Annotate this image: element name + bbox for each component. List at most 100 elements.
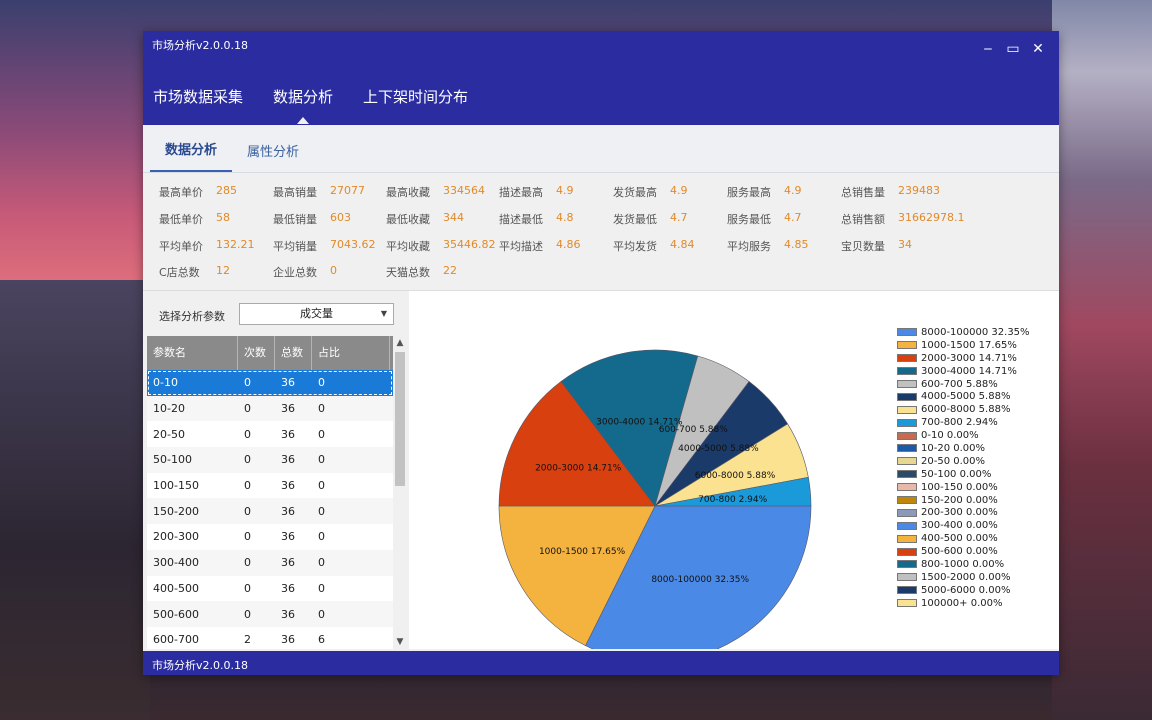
table-cell: 36 — [281, 581, 295, 595]
stat-value: 4.85 — [784, 238, 809, 251]
legend-swatch — [897, 470, 917, 479]
legend-label: 300-400 0.00% — [921, 520, 998, 532]
column-header[interactable]: 总数 — [275, 336, 312, 370]
desktop-wallpaper-right — [1052, 0, 1152, 720]
legend-swatch — [897, 483, 917, 492]
table-cell: 0 — [318, 607, 325, 621]
tab-market-data-collection[interactable]: 市场数据采集 — [153, 86, 243, 114]
stat-item: 服务最高 4.9 — [727, 184, 802, 200]
legend-item: 700-800 2.94% — [897, 416, 1030, 429]
stat-label: 发货最高 — [613, 186, 657, 199]
tab-data-analysis[interactable]: 数据分析 — [273, 86, 333, 124]
param-select[interactable]: 成交量 ▼ — [239, 303, 394, 325]
stat-value: 4.84 — [670, 238, 695, 251]
table-cell: 50-100 — [153, 453, 192, 467]
stat-item: 最低收藏 344 — [386, 211, 464, 227]
table-row[interactable]: 200-300 0 36 0 — [147, 524, 393, 550]
stat-value: 7043.62 — [330, 238, 376, 251]
legend-item: 500-600 0.00% — [897, 545, 1030, 558]
subtab-data-analysis[interactable]: 数据分析 — [150, 139, 233, 172]
legend-swatch — [897, 367, 917, 376]
subtab-attribute-analysis[interactable]: 属性分析 — [232, 141, 314, 172]
table-cell: 0 — [318, 479, 325, 493]
legend-label: 8000-100000 32.35% — [921, 326, 1030, 338]
stat-value: 22 — [443, 264, 457, 277]
param-grid[interactable]: 参数名 次数 总数 占比 0-10 0 36 0 10-20 0 36 0 20-50 0 36 0 50-10… — [147, 336, 393, 649]
stat-item: 总销售量 239483 — [841, 184, 940, 200]
stat-value: 603 — [330, 211, 351, 224]
slice-label: 6000-8000 5.88% — [695, 471, 776, 481]
close-button[interactable]: ✕ — [1029, 41, 1047, 57]
stat-value: 58 — [216, 211, 230, 224]
scroll-down-icon[interactable]: ▼ — [393, 637, 407, 647]
stat-value: 4.7 — [670, 211, 688, 224]
table-cell: 400-500 — [153, 581, 199, 595]
table-cell: 0 — [244, 504, 251, 518]
stat-label: 描述最高 — [499, 186, 543, 199]
legend-label: 50-100 0.00% — [921, 468, 992, 480]
legend-swatch — [897, 431, 917, 440]
stat-label: 发货最低 — [613, 213, 657, 226]
legend-label: 800-1000 0.00% — [921, 558, 1005, 570]
stat-label: 最低单价 — [159, 213, 203, 226]
stat-label: 平均服务 — [727, 240, 771, 253]
table-row[interactable]: 0-10 0 36 0 — [147, 370, 393, 396]
scroll-up-icon[interactable]: ▲ — [393, 338, 407, 348]
table-cell: 200-300 — [153, 530, 199, 544]
stat-value: 4.8 — [556, 211, 574, 224]
table-row[interactable]: 20-50 0 36 0 — [147, 421, 393, 447]
stat-item: 最低单价 58 — [159, 211, 230, 227]
stat-item: 服务最低 4.7 — [727, 211, 802, 227]
slice-label: 700-800 2.94% — [698, 495, 768, 505]
stat-item: 宝贝数量 34 — [841, 238, 912, 254]
table-cell: 36 — [281, 633, 295, 647]
param-pane: 选择分析参数 成交量 ▼ 参数名 次数 总数 占比 0-10 0 36 0 10-20 0 36 0 2… — [143, 291, 409, 649]
table-row[interactable]: 500-600 0 36 0 — [147, 601, 393, 627]
legend-swatch — [897, 534, 917, 543]
grid-scrollbar[interactable]: ▲ ▼ — [393, 336, 407, 649]
stat-label: 企业总数 — [273, 266, 317, 279]
table-row[interactable]: 300-400 0 36 0 — [147, 549, 393, 576]
stat-label: 总销售额 — [841, 213, 885, 226]
scroll-thumb[interactable] — [395, 352, 405, 486]
status-text: 市场分析v2.0.0.18 — [152, 659, 248, 672]
legend-label: 10-20 0.00% — [921, 442, 986, 454]
stat-label: 最低收藏 — [386, 213, 430, 226]
column-header[interactable]: 占比 — [312, 336, 390, 370]
legend-swatch — [897, 573, 917, 582]
table-row[interactable]: 400-500 0 36 0 — [147, 576, 393, 602]
main-nav: 市场数据采集 数据分析 上下架时间分布 — [143, 86, 488, 124]
legend-label: 100-150 0.00% — [921, 481, 998, 493]
maximize-button[interactable]: ▭ — [1004, 41, 1022, 57]
stat-value: 27077 — [330, 184, 365, 197]
status-bar: 市场分析v2.0.0.18 — [143, 651, 1059, 675]
tab-listing-time-distribution[interactable]: 上下架时间分布 — [363, 86, 468, 114]
stat-label: 服务最高 — [727, 186, 771, 199]
stats-panel: 最高单价 285 最高销量 27077 最高收藏 334564 描述最高 4.9 发货最高 4.9… — [143, 173, 1059, 291]
slice-label: 600-700 5.88% — [659, 425, 729, 435]
stat-item: 平均销量 7043.62 — [273, 238, 376, 254]
table-cell: 0 — [244, 556, 251, 570]
legend-item: 50-100 0.00% — [897, 468, 1030, 481]
stat-value: 4.86 — [556, 238, 581, 251]
stat-value: 0 — [330, 264, 337, 277]
table-row[interactable]: 150-200 0 36 0 — [147, 498, 393, 525]
column-header[interactable]: 参数名 — [147, 336, 238, 370]
column-header[interactable]: 次数 — [238, 336, 275, 370]
table-row[interactable]: 50-100 0 36 0 — [147, 447, 393, 473]
legend-swatch — [897, 586, 917, 595]
table-cell: 36 — [281, 607, 295, 621]
legend-label: 20-50 0.00% — [921, 455, 986, 467]
table-cell: 0 — [244, 581, 251, 595]
table-row[interactable]: 10-20 0 36 0 — [147, 395, 393, 422]
table-row[interactable]: 100-150 0 36 0 — [147, 473, 393, 499]
legend-label: 150-200 0.00% — [921, 494, 998, 506]
table-row[interactable]: 600-700 2 36 6 — [147, 627, 393, 649]
legend-swatch — [897, 328, 917, 337]
legend-label: 700-800 2.94% — [921, 417, 998, 429]
param-select-label: 选择分析参数 — [159, 310, 225, 323]
stat-value: 4.9 — [556, 184, 574, 197]
legend-label: 100000+ 0.00% — [921, 597, 1003, 609]
minimize-button[interactable]: ‒ — [979, 41, 997, 57]
pie-chart: 8000-100000 32.35% 1000-1500 17.65% 2000-3… — [498, 349, 812, 649]
